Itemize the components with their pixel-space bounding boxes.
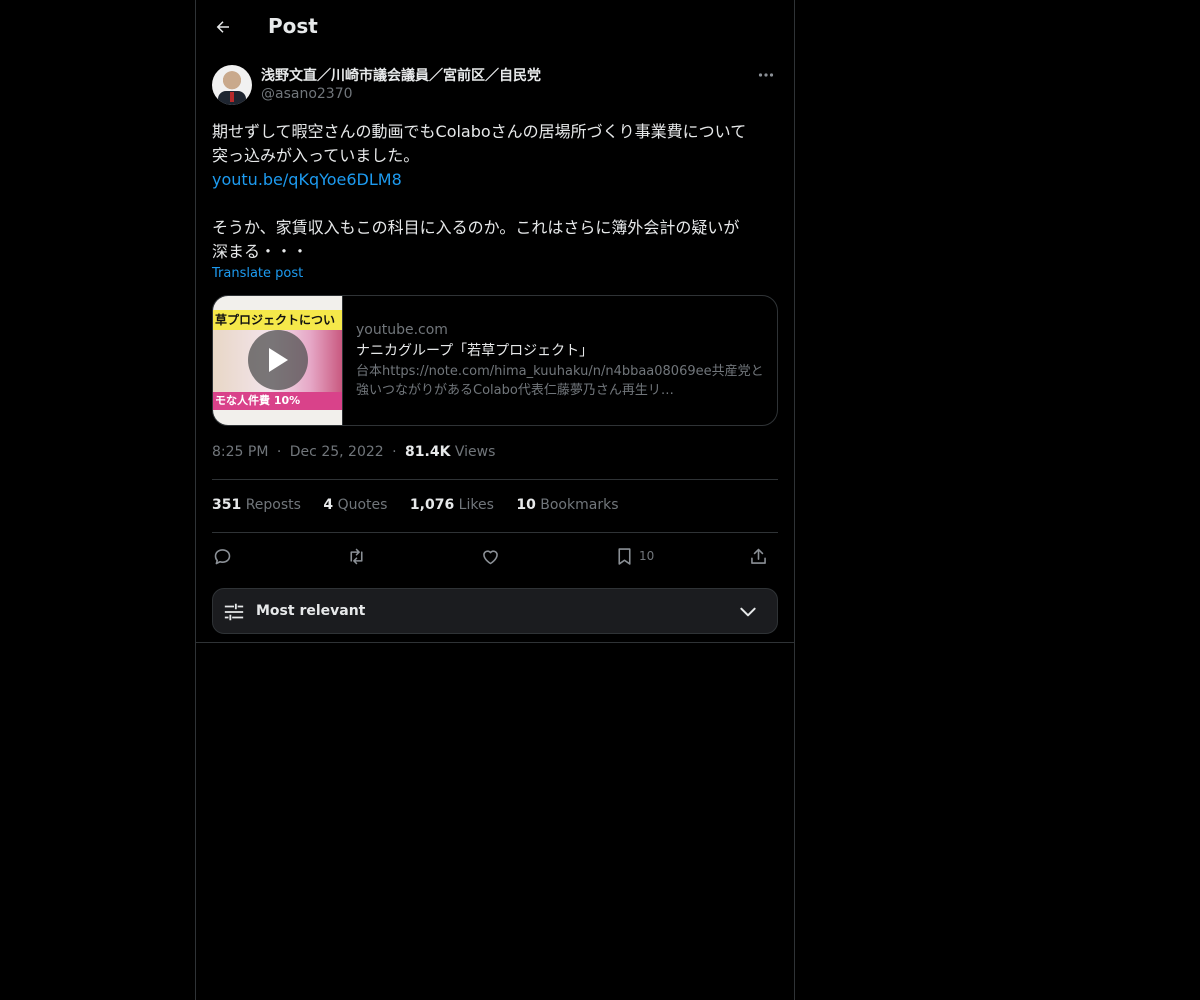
divider [196,642,794,643]
stat-likes[interactable]: 1,076 Likes [410,497,494,513]
reply-icon [214,548,231,564]
thumbnail-caption-top: 草プロジェクトについ [213,310,342,330]
repost-button[interactable] [346,544,367,568]
views-count: 81.4K [405,444,451,460]
meta-separator: · [392,444,397,460]
stat-bookmarks[interactable]: 10 Bookmarks [516,497,618,513]
post-spacer [212,192,782,216]
views-label: Views [454,444,496,460]
post-link[interactable]: youtu.be/qKqYoe6DLM8 [212,168,782,192]
play-button[interactable] [248,330,308,390]
card-title: ナニカグループ「若草プロジェクト」 [356,343,594,359]
repost-icon [350,548,363,564]
heart-icon [483,549,498,564]
stat-count: 4 [323,497,334,513]
stat-label: Bookmarks [540,497,619,513]
post-line: そうか、家賃収入もこの科目に入るのか。これはさらに簿外会計の疑いが [212,218,740,237]
translate-post-link[interactable]: Translate post [212,266,303,281]
bookmark-count: 10 [639,549,655,563]
link-card[interactable]: 草プロジェクトについ モな人件費 10% youtube.com ナニカグループ… [212,295,778,426]
stat-label: Quotes [337,497,388,513]
card-description: 台本https://note.com/hima_kuuhaku/n/n4bbaa… [356,364,764,398]
reply-sort-dropdown[interactable]: Most relevant [212,588,778,634]
top-bar: Post [196,0,794,54]
arrow-left-icon [216,21,229,33]
sort-label: Most relevant [256,603,366,619]
post-line: 突っ込みが入っていました。 [212,146,420,165]
stat-count: 1,076 [409,497,455,513]
post-line: 深まる・・・ [212,242,309,261]
meta-separator: · [276,444,282,460]
thumbnail-caption-bottom: モな人件費 10% [213,392,342,410]
avatar[interactable] [212,65,252,105]
stat-label: Reposts [245,497,301,513]
play-icon [269,348,288,372]
bookmark-button[interactable]: 10 [614,544,654,568]
post-stats: 351 Reposts 4 Quotes 1,076 Likes 10 Book… [212,497,636,513]
reply-button[interactable] [212,544,233,568]
stat-count: 10 [516,497,536,513]
stat-count: 351 [212,497,242,513]
divider [212,532,778,533]
stat-quotes[interactable]: 4 Quotes [323,497,387,513]
sliders-icon [224,603,244,621]
post-date[interactable]: Dec 25, 2022 [290,444,384,460]
bookmark-icon [618,547,631,565]
card-body: youtube.com ナニカグループ「若草プロジェクト」 台本https://… [356,320,768,400]
video-thumbnail[interactable]: 草プロジェクトについ モな人件費 10% [213,296,343,425]
post-meta: 8:25 PM · Dec 25, 2022 · 81.4K Views [212,444,495,460]
author-handle[interactable]: @asano2370 [261,86,353,102]
card-domain: youtube.com [356,322,448,338]
author-name[interactable]: 浅野文直／川崎市議会議員／宮前区／自民党 [261,65,541,85]
post-line: 期せずして暇空さんの動画でもColaboさんの居場所づくり事業費について [212,122,747,141]
post-author: 浅野文直／川崎市議会議員／宮前区／自民党 @asano2370 [212,65,778,107]
page-title: Post [268,14,318,38]
share-button[interactable] [748,544,769,568]
more-button[interactable] [754,65,778,85]
post-time[interactable]: 8:25 PM [212,444,268,460]
share-icon [751,548,766,564]
back-button[interactable] [210,14,236,40]
more-horizontal-icon [758,73,774,77]
like-button[interactable] [480,544,501,568]
post-column: Post 浅野文直／川崎市議会議員／宮前区／自民党 @asano2370 期せず… [195,0,795,1000]
chevron-down-icon [740,607,756,617]
stat-label: Likes [458,497,494,513]
divider [212,479,778,480]
stat-reposts[interactable]: 351 Reposts [212,497,301,513]
action-bar: 10 [212,544,778,570]
post-text: 期せずして暇空さんの動画でもColaboさんの居場所づくり事業費について 突っ込… [212,120,782,264]
